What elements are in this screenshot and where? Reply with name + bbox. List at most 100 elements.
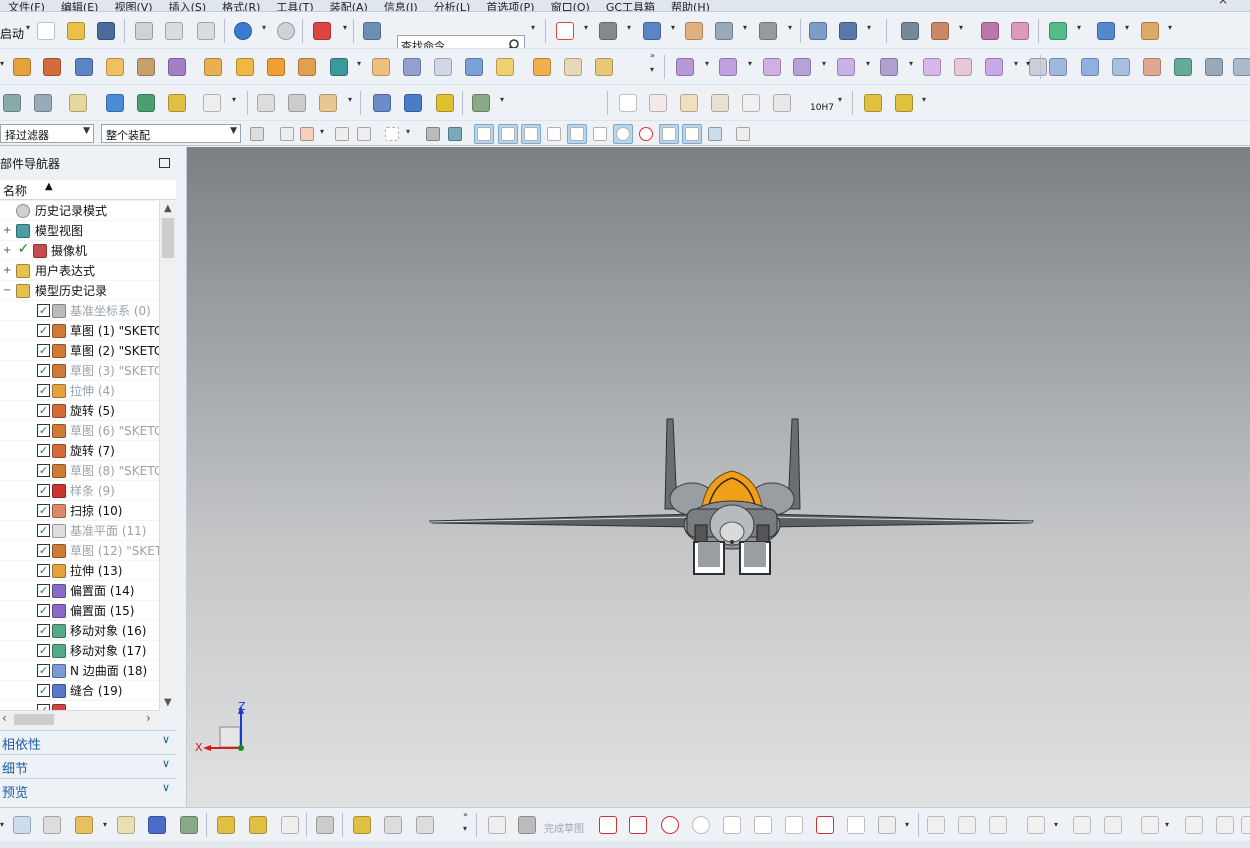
group-face-icon[interactable] xyxy=(951,55,975,79)
rectangle-icon[interactable] xyxy=(782,813,806,837)
link-icon[interactable] xyxy=(350,813,374,837)
tree-row[interactable]: ✓ 扫掠 (10) xyxy=(0,501,159,521)
background-icon[interactable] xyxy=(756,19,780,43)
sync-move-icon[interactable] xyxy=(673,55,697,79)
undo-dropdown-icon[interactable]: ▾ xyxy=(262,23,266,32)
checkbox-icon[interactable]: ✓ xyxy=(37,544,50,557)
feature-dropdown-icon[interactable]: ▾ xyxy=(0,59,4,68)
face-snap-icon[interactable] xyxy=(705,124,725,144)
derived-line-icon[interactable] xyxy=(1138,813,1162,837)
chamfer-icon[interactable] xyxy=(327,55,351,79)
ruler-icon[interactable] xyxy=(1138,19,1162,43)
layer-icon[interactable] xyxy=(712,19,736,43)
checkbox-icon[interactable]: ✓ xyxy=(37,324,50,337)
drawing-icon[interactable] xyxy=(739,91,763,115)
patch-icon[interactable] xyxy=(592,55,616,79)
sync-dropdown-icon[interactable]: ▾ xyxy=(705,59,709,68)
curve-icon[interactable] xyxy=(254,91,278,115)
replace-face-icon[interactable] xyxy=(716,55,740,79)
auto-constraint-icon[interactable] xyxy=(1213,813,1237,837)
checkbox-icon[interactable]: ✓ xyxy=(37,524,50,537)
filter-settings-icon[interactable] xyxy=(247,124,267,144)
add-dropdown-icon[interactable]: ▾ xyxy=(103,820,107,829)
tree-row[interactable]: ✓ 草图 (3) "SKETC xyxy=(0,361,159,381)
text-dropdown-icon[interactable]: ▾ xyxy=(232,95,236,104)
vector-icon[interactable] xyxy=(354,124,374,144)
wave-icon[interactable] xyxy=(278,813,302,837)
analysis-icon[interactable] xyxy=(1046,19,1070,43)
menu-analysis[interactable]: 分析(L) xyxy=(426,2,479,11)
ruler-dropdown-icon[interactable]: ▾ xyxy=(1168,23,1172,32)
point-icon[interactable] xyxy=(844,813,868,837)
tree-row[interactable]: + ✓ 摄像机 xyxy=(0,241,159,261)
resize-dropdown-icon[interactable]: ▾ xyxy=(822,59,826,68)
surface-mesh-icon[interactable] xyxy=(1078,55,1102,79)
tree-row[interactable]: 历史记录模式 xyxy=(0,201,159,221)
expand-icon[interactable]: + xyxy=(3,266,11,276)
draft-icon[interactable] xyxy=(400,55,424,79)
shell-icon[interactable] xyxy=(369,55,393,79)
endpoint-snap-icon[interactable] xyxy=(474,124,494,144)
tree-row[interactable]: ✓ 草图 (6) "SKETC xyxy=(0,421,159,441)
tree-row[interactable]: ✓ xyxy=(0,701,159,710)
circle-icon[interactable] xyxy=(689,813,713,837)
existing-point-snap-icon[interactable] xyxy=(659,124,679,144)
wcs-icon[interactable] xyxy=(310,19,334,43)
graphics-window[interactable]: Z X xyxy=(187,147,1250,807)
chamfer-dropdown-icon[interactable]: ▾ xyxy=(357,59,361,68)
studio-surface-icon[interactable] xyxy=(1140,55,1164,79)
redo-icon[interactable] xyxy=(274,19,298,43)
edge-display-icon[interactable] xyxy=(682,19,706,43)
spline-dropdown-icon[interactable]: ▾ xyxy=(905,820,909,829)
surface-through-curves-icon[interactable] xyxy=(1046,55,1070,79)
scroll-thumb[interactable] xyxy=(162,218,174,258)
solid-filter-icon[interactable] xyxy=(445,124,465,144)
local-scale-dropdown-icon[interactable]: ▾ xyxy=(1014,59,1018,68)
column-header-name[interactable]: 名称 ▲ xyxy=(0,180,176,200)
command-search-input[interactable]: 查找命令 xyxy=(397,35,525,48)
resize-face-icon[interactable] xyxy=(790,55,814,79)
tree-row[interactable]: ✓ 移动对象 (16) xyxy=(0,621,159,641)
layer-dropdown-icon[interactable]: ▾ xyxy=(743,23,747,32)
dependencies-panel[interactable]: 相依性 ∨ xyxy=(0,730,176,753)
snap-icon[interactable] xyxy=(928,19,952,43)
checkbox-icon[interactable]: ✓ xyxy=(37,304,50,317)
rib-icon[interactable] xyxy=(134,91,158,115)
scroll-right-icon[interactable]: › xyxy=(146,711,151,725)
text-icon[interactable] xyxy=(200,91,224,115)
report-icon[interactable] xyxy=(413,813,437,837)
select-rect-icon[interactable] xyxy=(382,124,402,144)
make-coplanar-icon[interactable] xyxy=(920,55,944,79)
fastener-group-icon[interactable] xyxy=(892,91,916,115)
menu-tools[interactable]: 工具(T) xyxy=(268,2,321,11)
view-select-icon[interactable] xyxy=(836,19,860,43)
scroll-up-icon[interactable]: ▲ xyxy=(164,203,172,214)
tree-row[interactable]: + 模型视图 xyxy=(0,221,159,241)
view-dropdown-icon[interactable]: ▾ xyxy=(867,23,871,32)
checkbox-icon[interactable]: ✓ xyxy=(37,564,50,577)
checkbox-icon[interactable]: ✓ xyxy=(37,404,50,417)
swept-surface-icon[interactable] xyxy=(1109,55,1133,79)
tube-icon[interactable] xyxy=(103,91,127,115)
grid-icon[interactable] xyxy=(677,91,701,115)
checkbox-icon[interactable]: ✓ xyxy=(37,344,50,357)
open-icon[interactable] xyxy=(64,19,88,43)
unite-icon[interactable] xyxy=(201,55,225,79)
overflow-dropdown-icon[interactable]: ▾ xyxy=(650,65,654,74)
intersection-snap-icon[interactable] xyxy=(590,124,610,144)
checkbox-icon[interactable]: ✓ xyxy=(17,242,30,257)
menu-help[interactable]: 帮助(H) xyxy=(663,2,718,11)
menu-gc-toolkit[interactable]: GC工具箱 xyxy=(598,2,663,11)
offset-curve-icon[interactable] xyxy=(1024,813,1048,837)
overflow-dropdown-icon[interactable]: ▾ xyxy=(463,824,467,833)
aircraft-model[interactable] xyxy=(187,147,1250,807)
checkbox-icon[interactable]: ✓ xyxy=(37,624,50,637)
tree-row[interactable]: − 模型历史记录 xyxy=(0,281,159,301)
tree-row[interactable]: ✓ 拉伸 (4) xyxy=(0,381,159,401)
assembly-nav-icon[interactable] xyxy=(10,813,34,837)
details-panel[interactable]: 细节 ∨ xyxy=(0,754,176,777)
curve-snap-icon[interactable] xyxy=(544,124,564,144)
quick-trim-icon[interactable] xyxy=(924,813,948,837)
fastener-dropdown-icon[interactable]: ▾ xyxy=(922,95,926,104)
replace-dropdown-icon[interactable]: ▾ xyxy=(748,59,752,68)
